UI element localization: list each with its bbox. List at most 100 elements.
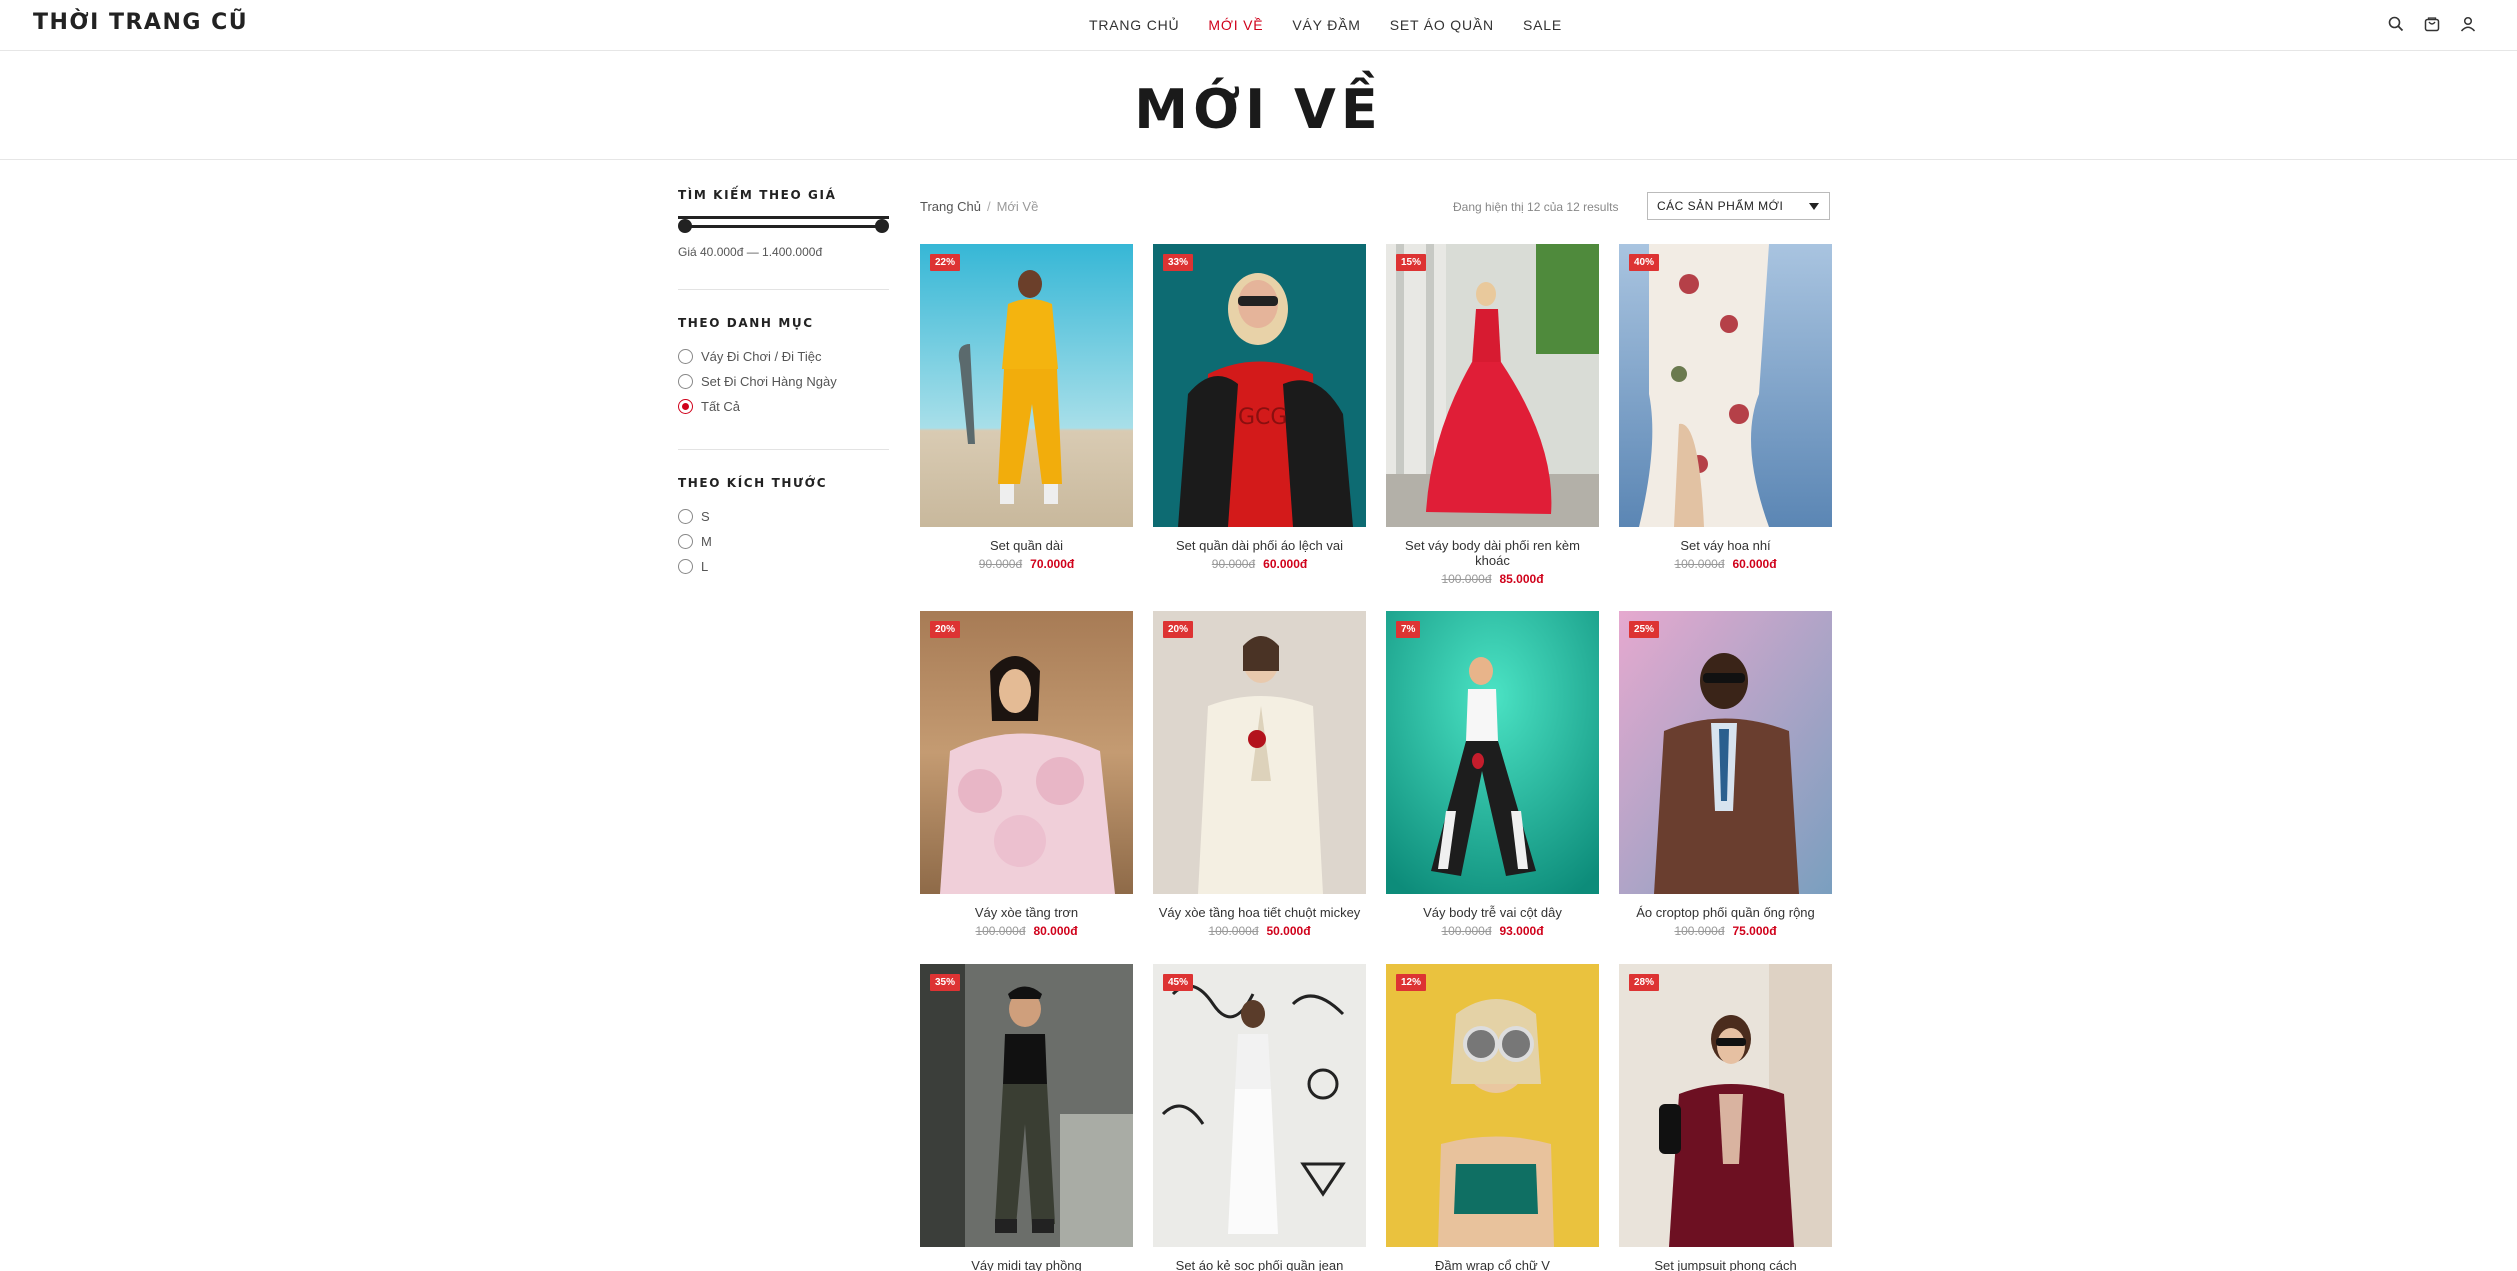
size-list: S M L	[678, 504, 889, 579]
product-card[interactable]: 20% Váy xòe tầng hoa tiết chuột mickey 1…	[1153, 611, 1366, 938]
product-image[interactable]: 35%	[920, 964, 1133, 1247]
product-card[interactable]: 35% Váy midi tay phồng	[920, 964, 1133, 1271]
nav-item-sale[interactable]: SALE	[1523, 17, 1562, 33]
discount-badge: 45%	[1163, 974, 1194, 991]
filter-sidebar: TÌM KIẾM THEO GIÁ Giá 40.000đ — 1.400.00…	[678, 188, 889, 579]
old-price: 100.000đ	[1674, 557, 1725, 571]
size-option[interactable]: L	[678, 554, 889, 579]
sale-price: 60.000đ	[1263, 557, 1308, 571]
cart-icon[interactable]	[2423, 15, 2441, 33]
product-image[interactable]: 28%	[1619, 964, 1832, 1247]
category-label: Váy Đi Chơi / Đi Tiệc	[701, 349, 822, 364]
old-price: 100.000đ	[975, 924, 1026, 938]
size-filter-heading: THEO KÍCH THƯỚC	[678, 476, 828, 490]
category-option[interactable]: Váy Đi Chơi / Đi Tiệc	[678, 344, 889, 369]
old-price: 100.000đ	[1208, 924, 1259, 938]
product-name[interactable]: Váy body trễ vai cột dây	[1386, 905, 1599, 920]
price-range-slider[interactable]	[678, 216, 889, 233]
old-price: 90.000đ	[1211, 557, 1256, 571]
product-name[interactable]: Đầm wrap cổ chữ V	[1386, 1258, 1599, 1271]
discount-badge: 40%	[1629, 254, 1660, 271]
product-prices: 90.000đ 70.000đ	[920, 557, 1133, 571]
product-card[interactable]: 40% Set váy hoa nhí 100.000đ 60.000đ	[1619, 244, 1832, 571]
discount-badge: 33%	[1163, 254, 1194, 271]
product-card[interactable]: 22% Set quần dài 90.000đ 70.000đ	[920, 244, 1133, 571]
sidebar-divider	[678, 289, 889, 290]
product-card[interactable]: 20% Váy xòe tầng trơn 100.000đ 80.000đ	[920, 611, 1133, 938]
search-icon[interactable]	[2387, 15, 2405, 33]
size-label: M	[701, 534, 712, 549]
product-name[interactable]: Set áo kẻ sọc phối quần jean	[1153, 1258, 1366, 1271]
product-name[interactable]: Áo croptop phối quần ống rộng	[1619, 905, 1832, 920]
product-card[interactable]: 45% Set áo kẻ sọc phối quần jean	[1153, 964, 1366, 1271]
category-option[interactable]: Set Đi Chơi Hàng Ngày	[678, 369, 889, 394]
product-name[interactable]: Váy xòe tầng trơn	[920, 905, 1133, 920]
sort-dropdown[interactable]: CÁC SẢN PHẨM MỚI	[1647, 192, 1830, 220]
site-logo[interactable]: THỜI TRANG CŨ	[33, 10, 248, 35]
product-name[interactable]: Set quần dài	[920, 538, 1133, 553]
nav-item-set-ao-quan[interactable]: SET ÁO QUẦN	[1390, 17, 1494, 33]
product-image[interactable]: 7%	[1386, 611, 1599, 894]
product-image[interactable]: 25%	[1619, 611, 1832, 894]
product-card[interactable]: 28% Set jumpsuit phong cách	[1619, 964, 1832, 1271]
discount-badge: 7%	[1396, 621, 1421, 638]
chevron-down-icon	[1809, 203, 1819, 210]
product-card[interactable]: 15% Set váy body dài phối ren kèm khoác …	[1386, 244, 1599, 586]
nav-item-vay-dam[interactable]: VÁY ĐẦM	[1292, 17, 1360, 33]
product-name[interactable]: Váy xòe tầng hoa tiết chuột mickey	[1153, 905, 1366, 920]
old-price: 100.000đ	[1674, 924, 1725, 938]
product-image[interactable]: 12%	[1386, 964, 1599, 1247]
category-option[interactable]: Tất Cả	[678, 394, 889, 419]
radio-button[interactable]	[678, 534, 693, 549]
product-prices: 100.000đ 60.000đ	[1619, 557, 1832, 571]
radio-button-checked[interactable]	[678, 399, 693, 414]
nav-item-trang-chu[interactable]: TRANG CHỦ	[1089, 17, 1179, 33]
user-icon[interactable]	[2459, 15, 2477, 33]
slider-min-handle[interactable]	[678, 219, 692, 233]
breadcrumb-home-link[interactable]: Trang Chủ	[920, 199, 981, 214]
size-option[interactable]: S	[678, 504, 889, 529]
radio-button[interactable]	[678, 509, 693, 524]
product-name[interactable]: Set jumpsuit phong cách	[1619, 1258, 1832, 1271]
product-image[interactable]: 40%	[1619, 244, 1832, 527]
radio-button[interactable]	[678, 349, 693, 364]
nav-item-moi-ve[interactable]: MỚI VỀ	[1208, 17, 1263, 33]
product-card[interactable]: 25% Áo croptop phối quần ống rộng 100.00…	[1619, 611, 1832, 938]
category-label: Tất Cả	[701, 399, 741, 414]
product-name[interactable]: Set quần dài phối áo lệch vai	[1153, 538, 1366, 553]
product-image[interactable]: 45%	[1153, 964, 1366, 1247]
price-range-text: Giá 40.000đ — 1.400.000đ	[678, 245, 823, 259]
product-image[interactable]: 15%	[1386, 244, 1599, 527]
category-list: Váy Đi Chơi / Đi Tiệc Set Đi Chơi Hàng N…	[678, 344, 889, 419]
slider-max-handle[interactable]	[875, 219, 889, 233]
breadcrumb-separator: /	[986, 199, 991, 214]
product-name[interactable]: Váy midi tay phồng	[920, 1258, 1133, 1271]
size-option[interactable]: M	[678, 529, 889, 554]
old-price: 100.000đ	[1441, 924, 1492, 938]
discount-badge: 20%	[930, 621, 961, 638]
size-label: L	[701, 559, 709, 574]
radio-button[interactable]	[678, 559, 693, 574]
product-prices: 100.000đ 93.000đ	[1386, 924, 1599, 938]
product-name[interactable]: Set váy hoa nhí	[1619, 538, 1832, 553]
product-name[interactable]: Set váy body dài phối ren kèm khoác	[1386, 538, 1599, 568]
main-nav: TRANG CHỦ MỚI VỀ VÁY ĐẦM SET ÁO QUẦN SAL…	[1089, 17, 1562, 33]
sale-price: 80.000đ	[1033, 924, 1078, 938]
product-image[interactable]: GCG 33%	[1153, 244, 1366, 527]
site-header: THỜI TRANG CŨ TRANG CHỦ MỚI VỀ VÁY ĐẦM S…	[0, 0, 2517, 51]
discount-badge: 28%	[1629, 974, 1660, 991]
product-card[interactable]: 7% Váy body trễ vai cột dây 100.000đ 93.0…	[1386, 611, 1599, 938]
sale-price: 75.000đ	[1732, 924, 1777, 938]
sale-price: 85.000đ	[1499, 572, 1544, 586]
product-card[interactable]: 12% Đầm wrap cổ chữ V	[1386, 964, 1599, 1271]
product-card[interactable]: GCG 33% Set quần dài phối áo lệch vai 90…	[1153, 244, 1366, 571]
product-image[interactable]: 20%	[920, 611, 1133, 894]
radio-button[interactable]	[678, 374, 693, 389]
product-image[interactable]: 20%	[1153, 611, 1366, 894]
discount-badge: 15%	[1396, 254, 1427, 271]
breadcrumb: Trang Chủ / Mới Về	[920, 199, 1038, 214]
product-prices: 100.000đ 50.000đ	[1153, 924, 1366, 938]
product-image[interactable]: 22%	[920, 244, 1133, 527]
product-prices: 90.000đ 60.000đ	[1153, 557, 1366, 571]
header-actions	[2387, 15, 2477, 33]
